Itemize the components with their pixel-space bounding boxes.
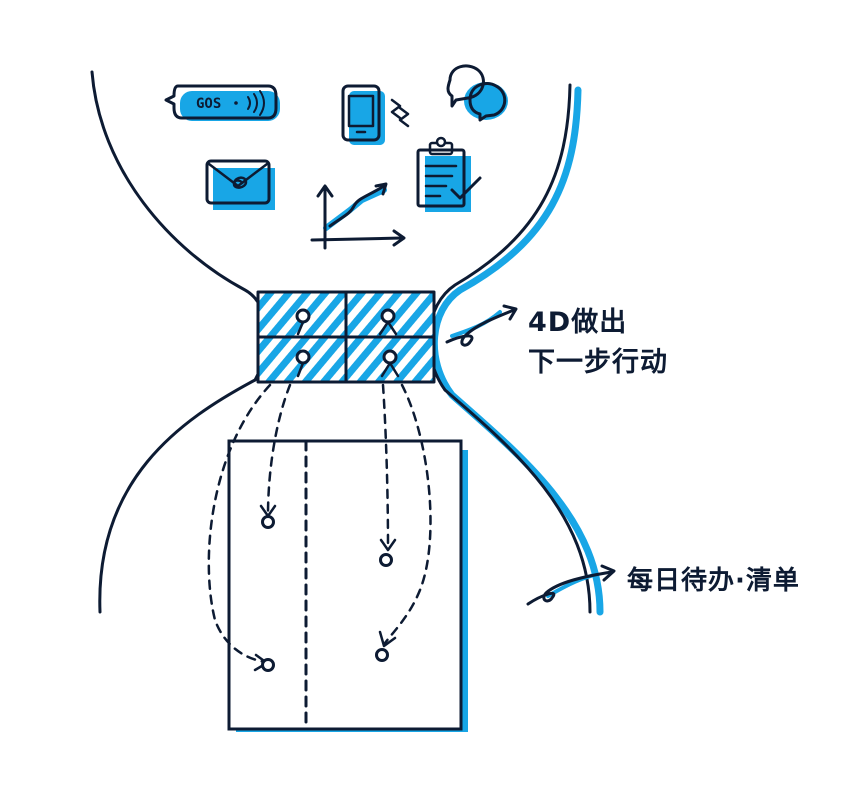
label-daily-todo-list: 每日待办·清单 [627, 566, 800, 596]
growth-chart-icon [310, 182, 406, 250]
clipboard-check-icon [416, 136, 482, 212]
mail-envelope-icon [205, 159, 275, 210]
label-next-action-line1: 4D做出 [528, 307, 628, 338]
chat-bubbles-icon [446, 64, 508, 122]
sms-text: GOS [196, 96, 221, 112]
neck-grid [256, 290, 436, 384]
hourglass-diagram: GOS [90, 64, 616, 732]
sms-bubble-icon: GOS [164, 84, 280, 121]
label-next-action-line2: 下一步行动 [528, 347, 668, 378]
phone-vibrate-icon [341, 84, 410, 145]
todo-list-box [227, 439, 468, 732]
callout-arrow-top [445, 304, 518, 347]
